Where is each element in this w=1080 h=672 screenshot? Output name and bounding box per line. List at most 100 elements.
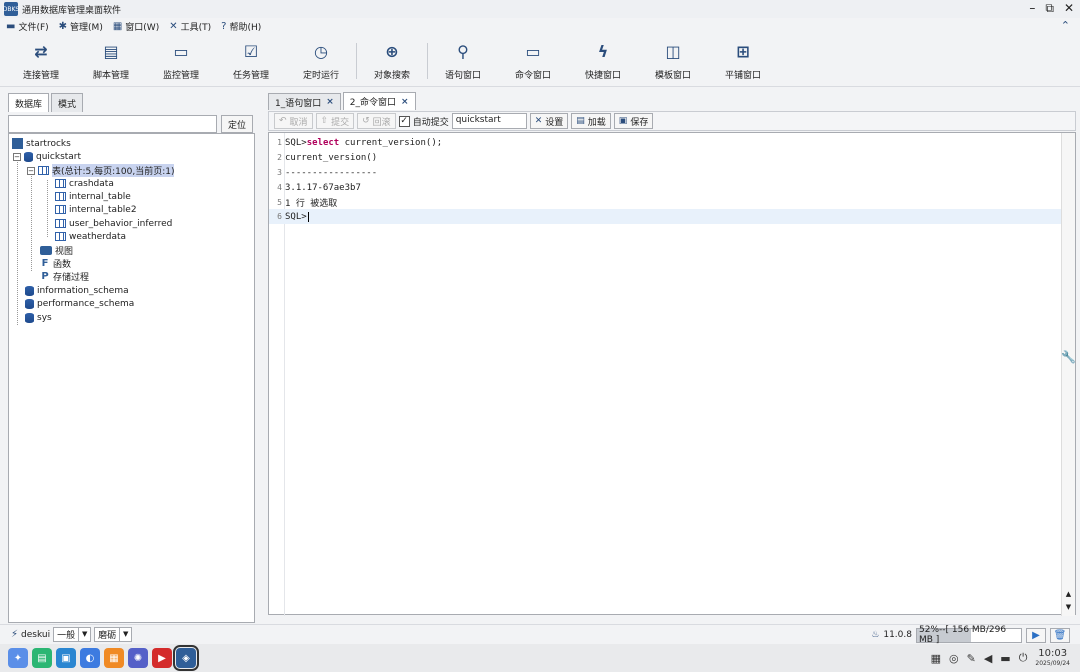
quick-window-button[interactable]: ϟ 快捷窗口 — [568, 35, 638, 87]
menu-file[interactable]: ▬ 文件(F) — [6, 20, 49, 33]
dbks-app-icon[interactable]: ◈ — [173, 645, 199, 671]
menu-tools[interactable]: ✕ 工具(T) — [169, 20, 211, 33]
tree-node-database[interactable]: sys — [25, 311, 52, 324]
task-icon: ☑ — [243, 42, 259, 61]
tile-window-button[interactable]: ⊞ 平铺窗口 — [708, 35, 778, 87]
browser-app-icon[interactable]: ◐ — [80, 648, 100, 668]
panel-splitter[interactable] — [259, 93, 265, 623]
procedure-icon: P — [41, 271, 49, 282]
tree-node-table[interactable]: internal_table2 — [55, 203, 137, 216]
tree-node-procedures[interactable]: P 存储过程 — [40, 270, 89, 283]
submit-button[interactable]: ⇧ 提交 — [315, 113, 355, 129]
tree-node-tables[interactable]: − 表(总计:5,每页:100,当前页:1) — [27, 164, 175, 177]
locate-input[interactable] — [8, 115, 217, 133]
vertical-scrollbar[interactable]: ▲ ▼ — [1061, 133, 1075, 616]
command-editor[interactable]: 1 SQL>select current_version(); 2 curren… — [268, 132, 1076, 616]
scroll-down-icon[interactable]: ▼ — [1062, 601, 1075, 614]
tile-icon: ⊞ — [736, 42, 750, 61]
launcher-icon[interactable]: ✦ — [8, 648, 28, 668]
menu-manage[interactable]: ✱ 管理(M) — [59, 20, 103, 33]
template-window-button[interactable]: ◫ 模板窗口 — [638, 35, 708, 87]
wrench-icon[interactable]: 🔧 — [1061, 350, 1076, 364]
tree-node-views[interactable]: 视图 — [40, 244, 73, 257]
cancel-button[interactable]: ↶ 取消 — [274, 113, 313, 129]
settings-button[interactable]: ✕ 设置 — [529, 113, 569, 129]
chevron-down-icon: ▼ — [119, 628, 131, 641]
settings-app-icon[interactable]: ✺ — [128, 648, 148, 668]
terminal-app-icon[interactable]: ▤ — [32, 648, 52, 668]
tab-command-window[interactable]: 2_命令窗口 × — [342, 92, 416, 110]
autocommit-checkbox[interactable]: ✓ — [398, 115, 410, 127]
collapse-icon[interactable]: − — [13, 152, 21, 161]
keyboard-icon[interactable]: ▦ — [931, 652, 941, 665]
tree-node-table[interactable]: user_behavior_inferred — [55, 217, 172, 230]
close-icon[interactable]: ✕ — [1064, 1, 1074, 16]
locate-button[interactable]: 定位 — [221, 115, 253, 133]
minimize-icon[interactable]: – — [1029, 1, 1035, 16]
tab-statement-window[interactable]: 1_语句窗口 × — [268, 93, 341, 110]
search-icon: ⚲ — [457, 42, 469, 61]
files-app-icon[interactable]: ▦ — [104, 648, 124, 668]
volume-icon[interactable]: ◀ — [984, 652, 992, 665]
code-line: 4 3.1.17-67ae3b7 — [277, 182, 361, 193]
restore-icon[interactable]: ⧉ — [1045, 1, 1054, 16]
command-window-button[interactable]: ▭ 命令窗口 — [498, 35, 568, 87]
tree-node-quickstart[interactable]: − quickstart — [13, 150, 81, 163]
object-search-icon: ⊕ — [385, 42, 399, 61]
folder-icon: ▬ — [6, 21, 16, 32]
tree-node-root[interactable]: startrocks — [12, 137, 71, 150]
connection-name: deskui — [21, 629, 51, 640]
network-icon[interactable]: ◎ — [949, 652, 959, 665]
store-app-icon[interactable]: ▣ — [56, 648, 76, 668]
tree-node-database[interactable]: information_schema — [25, 284, 129, 297]
connection-manager-button[interactable]: ⇄ 连接管理 — [6, 35, 76, 87]
tree-node-table[interactable]: weatherdata — [55, 230, 126, 243]
tree-node-table[interactable]: crashdata — [55, 177, 114, 190]
undo-icon: ↶ — [279, 116, 287, 126]
table-icon — [38, 166, 49, 175]
database-icon — [25, 298, 34, 309]
run-gc-button[interactable]: ▶ — [1026, 627, 1046, 643]
tree-node-table[interactable]: internal_table — [55, 190, 131, 203]
power-icon[interactable]: ⏻ — [1019, 651, 1028, 665]
task-manager-button[interactable]: ☑ 任务管理 — [216, 35, 286, 87]
tree-node-database[interactable]: performance_schema — [25, 297, 134, 310]
rollback-button[interactable]: ↺ 回滚 — [357, 113, 396, 129]
template-icon: ◫ — [665, 42, 681, 61]
menu-window[interactable]: ▦ 窗口(W) — [113, 20, 159, 33]
style-select[interactable]: 磨砺 ▼ — [94, 627, 133, 642]
scheduled-run-button[interactable]: ◷ 定时运行 — [286, 35, 356, 87]
clock-icon: ◷ — [314, 42, 328, 61]
database-field[interactable]: quickstart — [451, 113, 527, 129]
close-tab-icon[interactable]: × — [326, 97, 334, 107]
load-button[interactable]: ▤ 加载 — [571, 113, 611, 129]
upload-icon: ⇧ — [320, 116, 329, 126]
menu-help[interactable]: ? 帮助(H) — [221, 20, 261, 33]
scroll-up-icon[interactable]: ▲ — [1062, 588, 1075, 601]
tab-schema[interactable]: 模式 — [51, 93, 84, 112]
collapse-icon[interactable]: − — [27, 166, 35, 175]
statement-window-button[interactable]: ⚲ 语句窗口 — [428, 35, 498, 87]
text-cursor — [307, 211, 309, 222]
menu-bar: ▬ 文件(F) ✱ 管理(M) ▦ 窗口(W) ✕ 工具(T) ? 帮助(H) — [0, 18, 1080, 35]
collapse-toolbar-icon[interactable]: ⌃ — [1061, 19, 1070, 32]
load-icon: ▤ — [576, 116, 585, 126]
tab-database[interactable]: 数据库 — [8, 93, 50, 112]
object-search-button[interactable]: ⊕ 对象搜索 — [357, 35, 427, 87]
pen-icon[interactable]: ✎ — [967, 652, 976, 665]
tree-node-functions[interactable]: F 函数 — [40, 257, 71, 270]
table-icon — [55, 179, 66, 188]
presentation-app-icon[interactable]: ▶ — [152, 648, 172, 668]
window-title: 通用数据库管理桌面软件 — [22, 5, 122, 16]
save-button[interactable]: ▣ 保存 — [613, 113, 654, 129]
autocommit-label: 自动提交 — [412, 117, 449, 128]
clock[interactable]: 10:03 2025/09/24 — [1035, 649, 1070, 667]
storage-icon[interactable]: ▬ — [1000, 652, 1010, 665]
script-manager-button[interactable]: ▤ 脚本管理 — [76, 35, 146, 87]
java-icon: ♨ — [871, 630, 880, 640]
trash-button[interactable]: 🗑 — [1050, 627, 1070, 643]
monitor-manager-button[interactable]: ▭ 监控管理 — [146, 35, 216, 87]
table-icon — [55, 219, 66, 228]
close-tab-icon[interactable]: × — [401, 97, 409, 107]
mode-select[interactable]: 一般 ▼ — [53, 627, 92, 642]
